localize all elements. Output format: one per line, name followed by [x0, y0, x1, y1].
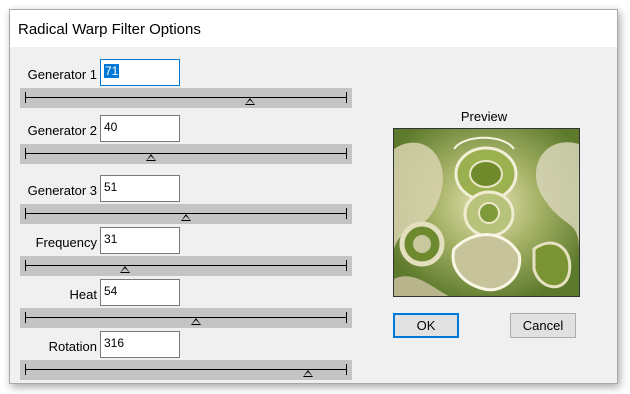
slider-line [25, 369, 347, 370]
slider-tick-start [25, 364, 26, 375]
generator-3-input[interactable]: 51 [100, 175, 180, 202]
generator-1-input[interactable]: 71 [100, 59, 180, 86]
ok-button[interactable]: OK [393, 313, 459, 338]
slider-tick-end [346, 260, 347, 271]
slider-tick-end [346, 208, 347, 219]
slider-label: Rotation [48, 339, 97, 354]
slider-row-generator-3: Generator 3 51 [10, 175, 370, 227]
slider-thumb[interactable] [190, 318, 201, 325]
slider-tick-end [346, 92, 347, 103]
slider-tick-start [25, 148, 26, 159]
slider-label: Frequency [35, 235, 97, 250]
title-bar[interactable]: Radical Warp Filter Options [10, 10, 617, 47]
preview-label: Preview [460, 109, 508, 124]
slider-line [25, 317, 347, 318]
frequency-slider[interactable] [20, 256, 352, 276]
cancel-button[interactable]: Cancel [510, 313, 576, 338]
slider-row-generator-1: Generator 1 71 [10, 59, 370, 111]
radical-warp-dialog: Radical Warp Filter Options Generator 1 … [9, 9, 618, 384]
slider-tick-start [25, 92, 26, 103]
slider-thumb[interactable] [303, 370, 314, 377]
slider-tick-start [25, 260, 26, 271]
frequency-input[interactable]: 31 [100, 227, 180, 254]
slider-tick-start [25, 208, 26, 219]
slider-thumb[interactable] [245, 98, 256, 105]
slider-row-rotation: Rotation 316 [10, 331, 370, 383]
slider-row-heat: Heat 54 [10, 279, 370, 331]
generator-1-slider[interactable] [20, 88, 352, 108]
slider-line [25, 153, 347, 154]
slider-thumb[interactable] [119, 266, 130, 273]
heat-slider[interactable] [20, 308, 352, 328]
preview-image [393, 128, 580, 297]
heat-input[interactable]: 54 [100, 279, 180, 306]
slider-line [25, 265, 347, 266]
warp-preview-art [394, 129, 579, 296]
slider-tick-start [25, 312, 26, 323]
rotation-slider[interactable] [20, 360, 352, 380]
slider-line [25, 97, 347, 98]
slider-tick-end [346, 364, 347, 375]
slider-row-generator-2: Generator 2 40 [10, 115, 370, 167]
slider-tick-end [346, 312, 347, 323]
slider-row-frequency: Frequency 31 [10, 227, 370, 279]
slider-label: Generator 2 [27, 123, 97, 138]
generator-3-slider[interactable] [20, 204, 352, 224]
generator-2-input[interactable]: 40 [100, 115, 180, 142]
slider-thumb[interactable] [145, 154, 156, 161]
slider-thumb[interactable] [181, 214, 191, 221]
slider-label: Generator 1 [27, 67, 97, 82]
slider-tick-end [346, 148, 347, 159]
generator-2-slider[interactable] [20, 144, 352, 164]
rotation-input[interactable]: 316 [100, 331, 180, 358]
dialog-title: Radical Warp Filter Options [18, 21, 201, 38]
slider-label: Generator 3 [27, 183, 97, 198]
slider-label: Heat [69, 287, 97, 302]
